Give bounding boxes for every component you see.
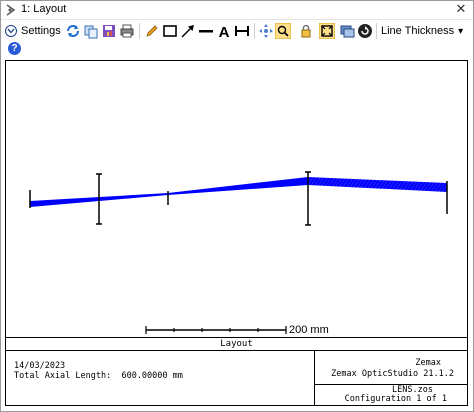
help-toolbar: ?: [1, 42, 473, 58]
text-icon[interactable]: A: [216, 23, 232, 39]
zoom-icon[interactable]: [275, 23, 291, 39]
arrow-icon[interactable]: [180, 23, 196, 39]
print-icon[interactable]: [119, 23, 135, 39]
rectangle-icon[interactable]: [162, 23, 178, 39]
title-bar: 1: Layout ✕: [1, 1, 473, 20]
line-thickness-dropdown[interactable]: Line Thickness ▾: [381, 23, 463, 39]
ray-bundle-second: [168, 177, 308, 195]
refresh-icon[interactable]: [65, 23, 81, 39]
close-button[interactable]: ✕: [454, 2, 468, 16]
svg-text:A: A: [219, 24, 230, 39]
info-panel-right-bottom: LENS.zos Configuration 1 of 1: [315, 385, 467, 405]
save-icon[interactable]: [101, 23, 117, 39]
copy-icon[interactable]: [83, 23, 99, 39]
scale-bar-label: 200 mm: [289, 324, 329, 336]
settings-button[interactable]: Settings: [5, 22, 61, 40]
settings-label: Settings: [21, 25, 61, 37]
window-icon: [6, 4, 16, 16]
line-icon[interactable]: [198, 23, 214, 39]
plot-caption: Layout: [6, 337, 467, 351]
layout-plot: [29, 171, 448, 334]
info-panel-left: 14/03/2023 Total Axial Length: 600.00000…: [6, 350, 315, 405]
layout-canvas: 200 mm Layout 14/03/2023 Total Axial Len…: [5, 60, 468, 406]
pan-icon[interactable]: [258, 23, 274, 39]
pencil-icon[interactable]: [144, 23, 160, 39]
window-title: 1: Layout: [21, 3, 67, 15]
line-thickness-label: Line Thickness: [381, 25, 455, 37]
window-icon[interactable]: [339, 23, 355, 39]
chevron-down-icon: ▾: [458, 25, 464, 37]
toolbar: Settings A Line Thickness ▾: [1, 20, 473, 42]
lock-icon[interactable]: [298, 23, 314, 39]
toolbar-separator: [139, 23, 140, 39]
axial-length-text: Total Axial Length: 600.00000 mm: [14, 371, 183, 381]
chevron-down-icon: [5, 25, 17, 37]
layout-window: 1: Layout ✕ Settings A Line Thickness ▾ …: [0, 0, 474, 412]
toolbar-separator: [376, 23, 377, 39]
date-text: 14/03/2023: [14, 361, 66, 371]
company-text: Zemax: [415, 358, 441, 368]
dimension-icon[interactable]: [234, 23, 250, 39]
configuration-text: Configuration 1 of 1: [344, 394, 447, 404]
help-icon[interactable]: ?: [8, 42, 21, 55]
fit-icon[interactable]: [319, 23, 335, 39]
ray-bundle-third: [308, 177, 447, 192]
toolbar-separator: [254, 23, 255, 39]
product-text: Zemax OpticStudio 21.1.2: [331, 369, 454, 379]
export-icon[interactable]: [357, 23, 373, 39]
info-panel-right-top: Zemax Zemax OpticStudio 21.1.2: [315, 350, 467, 385]
